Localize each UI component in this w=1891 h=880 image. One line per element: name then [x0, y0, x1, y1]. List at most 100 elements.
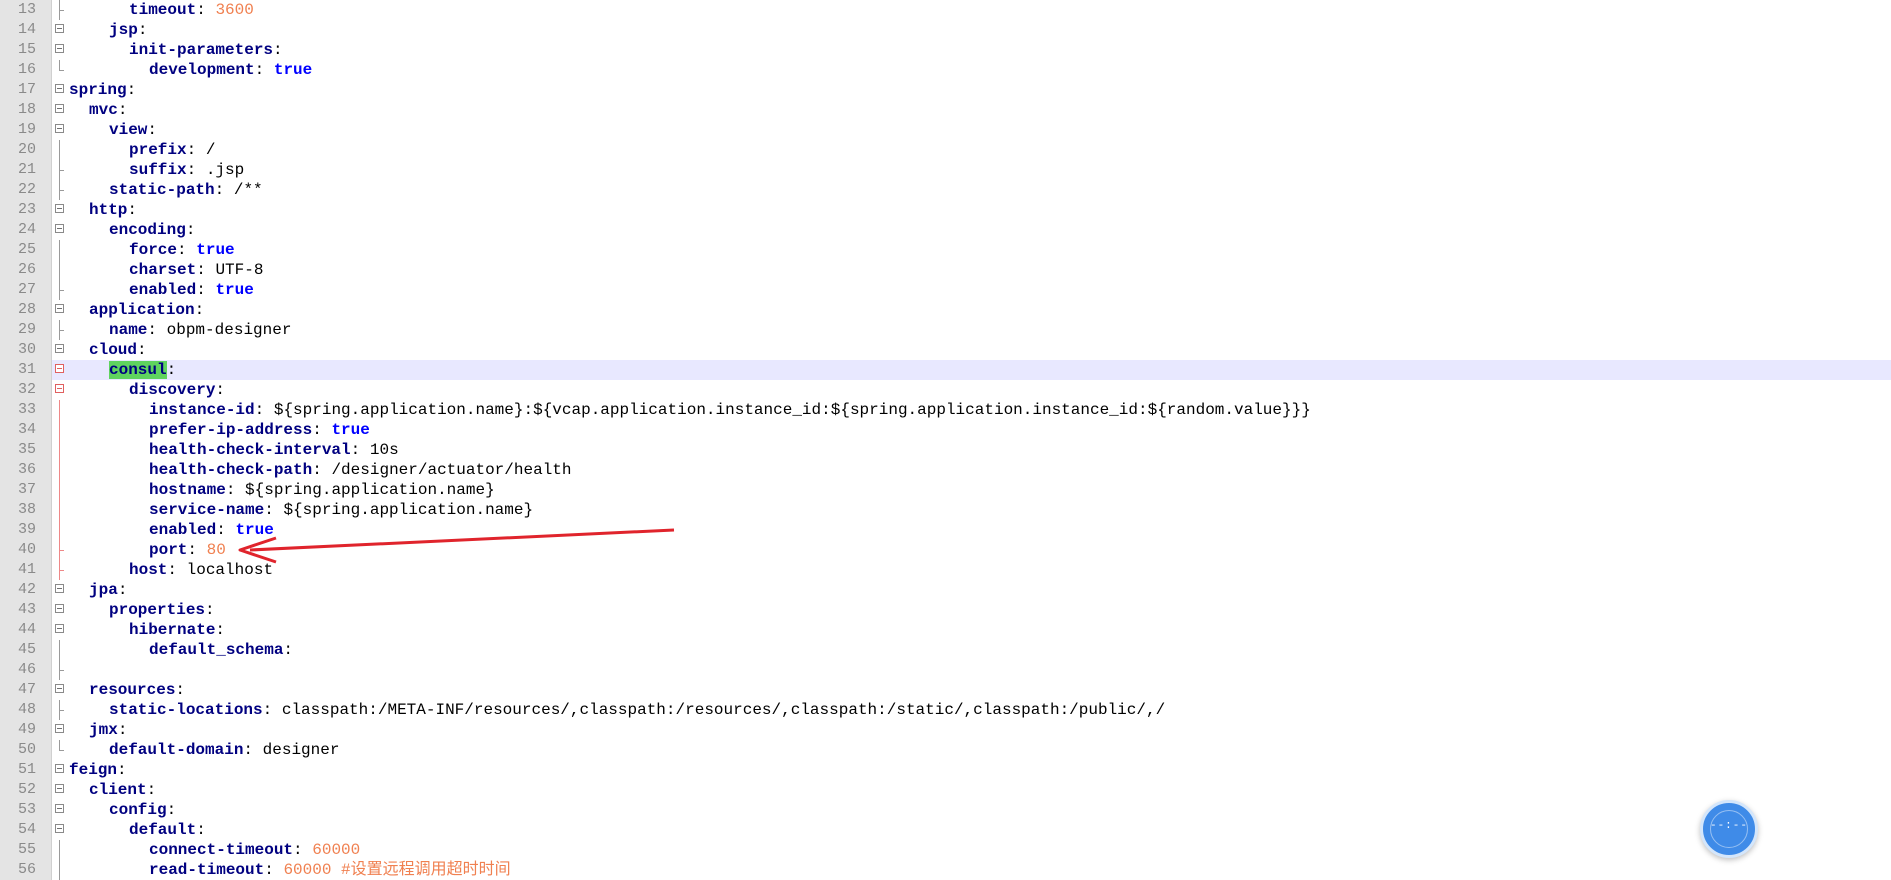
code-text: default-domain: designer	[109, 740, 339, 760]
yaml-value: ${spring.application.name}	[245, 481, 495, 499]
code-line[interactable]: 47 resources:	[0, 680, 1891, 700]
code-line[interactable]: 27 enabled: true	[0, 280, 1891, 300]
code-line[interactable]: 52 client:	[0, 780, 1891, 800]
code-line[interactable]: 16 development: true	[0, 60, 1891, 80]
fold-toggle-icon[interactable]	[55, 100, 67, 120]
fold-toggle-icon[interactable]	[55, 380, 67, 400]
fold-toggle-icon[interactable]	[55, 220, 67, 240]
code-line[interactable]: 49 jmx:	[0, 720, 1891, 740]
fold-toggle-icon[interactable]	[55, 720, 67, 740]
fold-guide	[55, 700, 67, 720]
floating-assistant-button[interactable]: --:--	[1700, 800, 1758, 858]
fold-guide	[55, 400, 67, 420]
code-line[interactable]: 45 default_schema:	[0, 640, 1891, 660]
code-line[interactable]: 26 charset: UTF-8	[0, 260, 1891, 280]
code-line[interactable]: 36 health-check-path: /designer/actuator/…	[0, 460, 1891, 480]
code-line[interactable]: 42 jpa:	[0, 580, 1891, 600]
line-number: 22	[17, 181, 36, 198]
fold-toggle-icon[interactable]	[55, 760, 67, 780]
code-line[interactable]: 55 connect-timeout: 60000	[0, 840, 1891, 860]
code-line[interactable]: 44 hibernate:	[0, 620, 1891, 640]
code-line[interactable]: 40 port: 80	[0, 540, 1891, 560]
code-line[interactable]: 20 prefix: /	[0, 140, 1891, 160]
code-text: discovery:	[129, 380, 225, 400]
code-line[interactable]: 53 config:	[0, 800, 1891, 820]
yaml-value: true	[196, 241, 235, 259]
code-line[interactable]: 34 prefer-ip-address: true	[0, 420, 1891, 440]
fold-toggle-icon[interactable]	[55, 800, 67, 820]
fold-toggle-icon[interactable]	[55, 20, 67, 40]
key-separator: :	[194, 301, 205, 319]
code-line[interactable]: 54 default:	[0, 820, 1891, 840]
code-line[interactable]: 18 mvc:	[0, 100, 1891, 120]
code-line[interactable]: 13 timeout: 3600	[0, 0, 1891, 20]
code-line[interactable]: 15 init-parameters:	[0, 40, 1891, 60]
code-line[interactable]: 17 spring:	[0, 80, 1891, 100]
key-separator: :	[147, 321, 158, 339]
yaml-value: 60000	[312, 841, 361, 859]
code-line[interactable]: 43 properties:	[0, 600, 1891, 620]
yaml-value: 80	[206, 541, 226, 559]
code-line[interactable]: 39 enabled: true	[0, 520, 1891, 540]
fold-toggle-icon[interactable]	[55, 680, 67, 700]
yaml-key: cloud	[89, 341, 138, 359]
fold-toggle-icon[interactable]	[55, 780, 67, 800]
code-text: read-timeout: 60000 #设置远程调用超时时间	[149, 860, 511, 880]
key-separator: :	[225, 481, 236, 499]
line-number: 24	[17, 221, 36, 238]
code-line[interactable]: 46	[0, 660, 1891, 680]
code-line[interactable]: 28 application:	[0, 300, 1891, 320]
code-text: suffix: .jsp	[129, 160, 244, 180]
fold-toggle-icon[interactable]	[55, 600, 67, 620]
fold-toggle-icon[interactable]	[55, 360, 67, 380]
code-line[interactable]: 56 read-timeout: 60000 #设置远程调用超时时间	[0, 860, 1891, 880]
yaml-key: hostname	[149, 481, 226, 499]
code-line[interactable]: 41 host: localhost	[0, 560, 1891, 580]
code-line[interactable]: 38 service-name: ${spring.application.nam…	[0, 500, 1891, 520]
code-line[interactable]: 22 static-path: /**	[0, 180, 1891, 200]
line-number: 53	[17, 801, 36, 818]
line-number: 52	[17, 781, 36, 798]
fold-guide	[55, 280, 67, 300]
fold-toggle-icon[interactable]	[55, 80, 67, 100]
code-line[interactable]: 50 default-domain: designer	[0, 740, 1891, 760]
fold-toggle-icon[interactable]	[55, 620, 67, 640]
code-line[interactable]: 32 discovery:	[0, 380, 1891, 400]
code-editor[interactable]: 13 timeout: 3600 14 jsp: 15 init-parameters: 1…	[0, 0, 1891, 880]
fold-guide	[55, 460, 67, 480]
code-line[interactable]: 30 cloud:	[0, 340, 1891, 360]
key-separator: :	[127, 201, 138, 219]
fold-toggle-icon[interactable]	[55, 820, 67, 840]
key-separator: :	[126, 81, 137, 99]
line-number: 16	[17, 61, 36, 78]
code-line[interactable]: 31 consul:	[0, 360, 1891, 380]
fold-toggle-icon[interactable]	[55, 200, 67, 220]
code-line[interactable]: 37 hostname: ${spring.application.name}	[0, 480, 1891, 500]
fold-toggle-icon[interactable]	[55, 340, 67, 360]
code-line[interactable]: 19 view:	[0, 120, 1891, 140]
fold-toggle-icon[interactable]	[55, 120, 67, 140]
key-separator: :	[186, 141, 197, 159]
code-line[interactable]: 29 name: obpm-designer	[0, 320, 1891, 340]
code-text: connect-timeout: 60000	[149, 840, 360, 860]
yaml-key: suffix	[129, 161, 187, 179]
fold-toggle-icon[interactable]	[55, 580, 67, 600]
yaml-value: classpath:/META-INF/resources/,classpath…	[281, 701, 1166, 719]
fold-toggle-icon[interactable]	[55, 300, 67, 320]
code-text: prefix: /	[129, 140, 215, 160]
fold-guide	[55, 860, 67, 880]
code-line[interactable]: 24 encoding:	[0, 220, 1891, 240]
code-line[interactable]: 23 http:	[0, 200, 1891, 220]
yaml-key: port	[149, 541, 188, 559]
code-line[interactable]: 35 health-check-interval: 10s	[0, 440, 1891, 460]
code-line[interactable]: 48 static-locations: classpath:/META-INF/…	[0, 700, 1891, 720]
code-line[interactable]: 25 force: true	[0, 240, 1891, 260]
code-line[interactable]: 33 instance-id: ${spring.application.name…	[0, 400, 1891, 420]
code-line[interactable]: 14 jsp:	[0, 20, 1891, 40]
code-line[interactable]: 21 suffix: .jsp	[0, 160, 1891, 180]
code-line[interactable]: 51 feign:	[0, 760, 1891, 780]
fold-guide	[55, 500, 67, 520]
key-separator: :	[187, 541, 198, 559]
line-number: 20	[17, 141, 36, 158]
fold-toggle-icon[interactable]	[55, 40, 67, 60]
